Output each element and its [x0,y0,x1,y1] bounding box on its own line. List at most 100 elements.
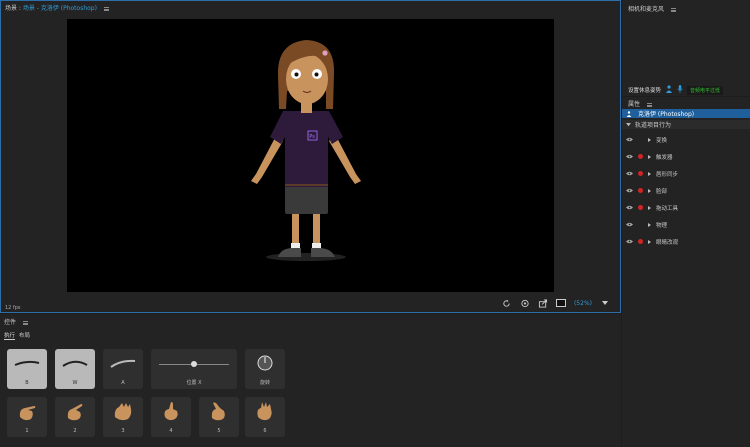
stage-toolbar: (52%) [502,297,610,309]
menu-icon[interactable] [103,6,109,11]
expand-icon[interactable] [648,154,651,159]
camera-icon[interactable] [520,298,530,308]
puppet-selection-row[interactable]: 克洛伊 (Photoshop) [622,109,750,118]
tile-label: 6 [263,428,267,434]
eye-icon[interactable] [626,171,633,176]
behaviors-section-header[interactable]: 轨道项目行为 [622,120,750,129]
arm-toggle[interactable] [638,154,643,159]
behavior-row[interactable]: 脸部 [622,182,750,199]
expand-icon[interactable] [648,188,651,193]
expand-icon[interactable] [648,222,651,227]
refresh-icon[interactable] [502,298,512,308]
behavior-row[interactable]: 唇形同步 [622,165,750,182]
tab-layout[interactable]: 布局 [19,331,30,340]
breadcrumb-puppet[interactable]: 克洛伊 (Photoshop) [41,5,97,12]
mic-icon[interactable] [677,85,683,95]
behavior-label: 眼睛改观 [656,239,679,246]
hand-tile-6[interactable]: 6 [245,397,285,437]
zoom-level[interactable]: (52%) [574,300,592,307]
breadcrumb-scene[interactable]: 场景 [23,5,35,12]
dial-label: 旋转 [259,380,270,386]
properties-panel: 属性 克洛伊 (Photoshop) 轨道项目行为 变换 触发器 唇形同步 脸部 [622,97,750,447]
trigger-tile-w[interactable]: W [55,349,95,389]
hand-icon [211,402,225,421]
eye-icon[interactable] [626,188,633,193]
eyebrow-icon [110,359,136,368]
hand-icon [114,403,132,421]
menu-icon[interactable] [22,320,28,325]
eye-icon[interactable] [626,205,633,210]
eyebrow-icon [14,360,40,366]
controls-panel-title: 控件 [4,317,28,326]
tile-label: 1 [25,428,29,434]
tile-label: W [72,380,78,386]
scene-title: 场景 : 场景 - 克洛伊 (Photoshop) [5,3,109,12]
trigger-tile-b[interactable]: B [7,349,47,389]
expand-icon[interactable] [648,239,651,244]
controls-tabs: 执行 布局 [4,331,30,340]
behavior-row[interactable]: 拖动工具 [622,199,750,216]
tab-perform[interactable]: 执行 [4,331,16,340]
arm-toggle[interactable] [638,188,643,193]
controls-title-text: 控件 [4,319,17,326]
expand-icon[interactable] [648,171,651,176]
hand-tile-1[interactable]: 1 [7,397,47,437]
controls-panel: 控件 执行 布局 B W A 位置 X 旋转 1 2 3 4 5 6 [0,314,621,447]
expand-icon[interactable] [648,205,651,210]
chevron-down-icon[interactable] [600,298,610,308]
set-rest-pose-button[interactable]: 设置休息姿势 [628,86,661,94]
hand-tile-2[interactable]: 2 [55,397,95,437]
hand-icon [257,402,272,421]
audio-level-indicator: 音频电平过低 [687,85,724,95]
eyebrow-icon [62,360,88,367]
eye-icon[interactable] [626,137,633,142]
properties-title-text: 属性 [628,101,641,108]
menu-icon[interactable] [670,7,676,12]
eye-icon[interactable] [626,222,633,227]
camera-panel-title: 相机和麦克风 [628,4,676,13]
hand-tile-5[interactable]: 5 [199,397,239,437]
person-icon [626,110,632,117]
person-icon[interactable] [665,85,673,95]
rotation-dial[interactable]: 旋转 [245,349,285,389]
arm-toggle[interactable] [638,222,643,227]
expand-icon[interactable] [648,137,651,142]
behavior-label: 触发器 [656,154,673,161]
arm-toggle[interactable] [638,239,643,244]
hand-icon [67,404,83,421]
slider-label: 位置 X [186,380,202,386]
position-x-slider[interactable]: 位置 X [151,349,237,389]
dial-icon [257,355,273,371]
trigger-tile-a[interactable]: A [103,349,143,389]
arm-toggle[interactable] [638,137,643,142]
behavior-row[interactable]: 物理 [622,216,750,233]
eye-icon[interactable] [626,154,633,159]
hand-icon [164,402,178,421]
camera-title-text: 相机和麦克风 [628,6,665,13]
hand-tile-3[interactable]: 3 [103,397,143,437]
section-label: 轨道项目行为 [635,122,672,129]
arm-toggle[interactable] [638,205,643,210]
hand-icon [19,406,36,421]
menu-icon[interactable] [646,102,652,107]
camera-mic-panel: 相机和麦克风 设置休息姿势 音频电平过低 [622,0,750,96]
tile-label: 4 [169,428,173,434]
export-icon[interactable] [538,298,548,308]
behavior-label: 变换 [656,137,668,144]
properties-panel-title: 属性 [628,99,652,108]
eye-icon[interactable] [626,239,633,244]
tile-label: 2 [73,428,77,434]
stage-canvas[interactable]: Ps [67,19,554,292]
puppet-figure[interactable]: Ps [67,19,554,292]
arm-toggle[interactable] [638,171,643,176]
chevron-down-icon [626,122,631,126]
hand-tile-4[interactable]: 4 [151,397,191,437]
tile-label: 5 [217,428,221,434]
behavior-row[interactable]: 变换 [622,131,750,148]
behavior-label: 物理 [656,222,668,229]
behavior-row[interactable]: 触发器 [622,148,750,165]
frame-icon[interactable] [555,298,566,308]
fps-readout: 12 fps [5,305,21,311]
slider-knob[interactable] [191,361,197,367]
behavior-row[interactable]: 眼睛改观 [622,233,750,250]
